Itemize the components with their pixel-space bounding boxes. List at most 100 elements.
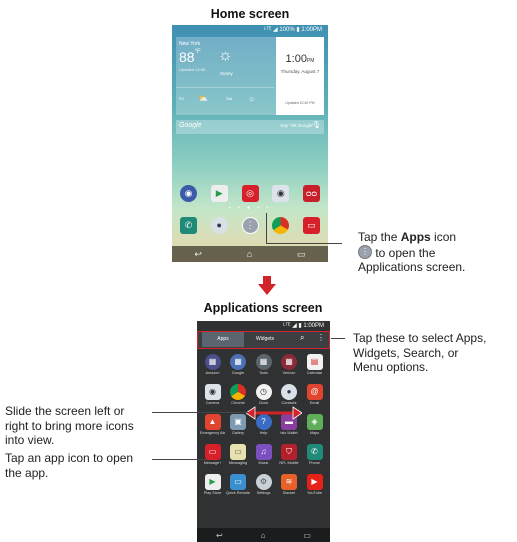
- recent-apps-icon[interactable]: ▭: [303, 531, 311, 540]
- apps-row: ▭ Message+ ▭ Messaging ♫ Music ⛉ NFL Mobile …: [200, 444, 327, 474]
- home-icon[interactable]: ⌂: [261, 531, 266, 540]
- youtube-icon: ▶: [306, 474, 323, 490]
- apps-tab-bar: Apps Widgets ⌕ ⋮: [197, 331, 330, 349]
- voicemail-icon[interactable]: ᴑᴑ: [303, 185, 320, 202]
- apps-grid: ▦ Amazon ▦ Google ▦ Tools ▦ Verizon ▤ Calenda…: [200, 354, 327, 504]
- app-youtube[interactable]: ▶ YouTube: [302, 474, 327, 504]
- camera-icon[interactable]: ◉: [272, 185, 290, 202]
- google-logo: Google: [179, 122, 202, 129]
- clock-panel: 1:00PM Thursday, August 7 Updated 12:40 …: [276, 37, 324, 115]
- quick-remote-icon: ▭: [230, 474, 246, 490]
- slacker-icon: ≋: [281, 474, 297, 490]
- recent-apps-icon[interactable]: ▭: [297, 249, 306, 260]
- app-quick-remote[interactable]: ▭ Quick Remote: [226, 474, 251, 504]
- app-emergency-alerts[interactable]: ▲Emergency Alerts: [200, 414, 225, 444]
- app-google[interactable]: ▦ Google: [226, 354, 251, 384]
- applications-screen-phone: ᴸᵀᴱ ◢ ▮ 1:00PM Apps Widgets ⌕ ⋮ ▦ Amazon …: [197, 321, 330, 542]
- calendar-icon: ▤: [306, 354, 323, 370]
- page-indicator: • • ● • •: [228, 205, 272, 211]
- menu-icon[interactable]: ⋮: [317, 333, 325, 342]
- isis-wallet-icon[interactable]: ◎: [241, 185, 259, 202]
- play-store-icon: ▶: [204, 474, 221, 490]
- search-icon[interactable]: ⌕: [300, 333, 304, 343]
- back-icon[interactable]: ↩: [194, 249, 202, 260]
- gallery-icon: ▣: [230, 414, 246, 430]
- weather-temp: 88°F: [179, 49, 201, 65]
- tap-leader: [152, 459, 206, 460]
- contacts-icon: ●: [281, 384, 297, 400]
- music-icon: ♫: [255, 444, 272, 460]
- app-verizon[interactable]: ▦ Verizon: [277, 354, 302, 384]
- sun-small-icon: ☼: [248, 94, 256, 103]
- app-phone[interactable]: ✆ Phone: [302, 444, 327, 474]
- tab-apps[interactable]: Apps: [202, 332, 244, 347]
- app-camera[interactable]: ◉ Camera: [200, 384, 225, 414]
- apps-callout: Tap the Apps icon to open the Applicatio…: [358, 230, 516, 275]
- forecast-day-1: Fri: [179, 96, 184, 101]
- apps-icon[interactable]: ⋮: [241, 217, 259, 234]
- message-plus-icon: ▭: [204, 444, 221, 460]
- clock-time: 1:00PM: [285, 53, 315, 65]
- down-arrow-icon: [258, 284, 276, 295]
- weather-updated: Updated 12:00: [179, 67, 206, 72]
- home-screen-title: Home screen: [210, 7, 290, 21]
- home-icon[interactable]: ⌂: [247, 249, 252, 259]
- play-store-icon[interactable]: ▶: [210, 185, 228, 202]
- app-messaging[interactable]: ▭ Messaging: [226, 444, 251, 474]
- apps-navbar: ↩ ⌂ ▭: [197, 528, 330, 542]
- slide-callout: Slide the screen left or right to bring …: [5, 404, 134, 447]
- chrome-icon: [230, 384, 246, 400]
- weather-widget[interactable]: New York 88°F Updated 12:00 ☼ Sunny Fri …: [176, 37, 324, 115]
- home-app-row: ◉ ▶ ◎ ◉ ᴑᴑ: [180, 185, 320, 203]
- app-calendar[interactable]: ▤ Calendar: [302, 354, 327, 384]
- mic-icon[interactable]: 🎙: [312, 121, 321, 129]
- applications-screen-title: Applications screen: [203, 301, 323, 315]
- maps-icon: ◈: [306, 414, 323, 430]
- status-bar: ᴸᵀᴱ ◢ 100% ▮ 1:00PM: [264, 27, 322, 33]
- clock-icon: ◷: [255, 384, 272, 400]
- phone-icon[interactable]: ✆: [180, 217, 197, 234]
- ok-google-hint: Say "Ok Google": [280, 123, 314, 128]
- tabs-leader: [331, 338, 345, 339]
- verizon-folder-icon: ▦: [281, 354, 297, 370]
- back-icon[interactable]: ↩: [216, 531, 223, 540]
- settings-icon: ⚙: [255, 474, 272, 490]
- nfl-icon: ⛉: [281, 444, 297, 460]
- apps-row: ▦ Amazon ▦ Google ▦ Tools ▦ Verizon ▤ Calenda…: [200, 354, 327, 384]
- phone-icon: ✆: [306, 444, 323, 460]
- amazon-folder-icon: ▦: [204, 354, 221, 370]
- sun-icon: ☼: [218, 47, 233, 64]
- email-icon: @: [306, 384, 323, 400]
- google-search-bar[interactable]: Google Say "Ok Google" 🎙: [176, 120, 324, 134]
- tabs-callout: Tap these to select Apps, Widgets, Searc…: [353, 331, 487, 374]
- weather-condition: Sunny: [220, 71, 233, 76]
- home-dock: ✆ ● ⋮ ▭: [180, 217, 320, 237]
- weather-city: New York: [179, 41, 201, 47]
- app-tools[interactable]: ▦ Tools: [251, 354, 276, 384]
- google-folder-icon[interactable]: ◉: [180, 185, 197, 202]
- app-email[interactable]: @ Email: [302, 384, 327, 414]
- contacts-icon[interactable]: ●: [210, 217, 228, 234]
- app-nfl-mobile[interactable]: ⛉ NFL Mobile: [277, 444, 302, 474]
- chrome-icon[interactable]: [272, 217, 290, 234]
- messaging-icon[interactable]: ▭: [303, 217, 320, 234]
- cloud-sun-icon: ⛅: [198, 94, 208, 103]
- tap-callout: Tap an app icon to open the app.: [5, 451, 134, 480]
- tab-widgets[interactable]: Widgets: [244, 332, 286, 347]
- apps-inline-icon: [358, 244, 375, 259]
- forecast-row: Fri ⛅ Sat ☼: [176, 87, 274, 115]
- app-play-store[interactable]: ▶ Play Store: [200, 474, 225, 504]
- messaging-icon: ▭: [230, 444, 246, 460]
- app-settings[interactable]: ⚙ Settings: [251, 474, 276, 504]
- app-amazon[interactable]: ▦ Amazon: [200, 354, 225, 384]
- app-slacker[interactable]: ≋ Slacker: [277, 474, 302, 504]
- forecast-day-2: Sat: [226, 96, 233, 101]
- camera-icon: ◉: [204, 384, 221, 400]
- apps-row: ▶ Play Store ▭ Quick Remote ⚙ Settings ≋ Sla…: [200, 474, 327, 504]
- swipe-double-arrow-icon: [246, 406, 302, 420]
- app-maps[interactable]: ◈ Maps: [302, 414, 327, 444]
- apps-leader-horizontal: [266, 243, 342, 244]
- app-music[interactable]: ♫ Music: [251, 444, 276, 474]
- tools-folder-icon: ▦: [255, 354, 272, 370]
- status-bar: ᴸᵀᴱ ◢ ▮ 1:00PM: [283, 323, 324, 329]
